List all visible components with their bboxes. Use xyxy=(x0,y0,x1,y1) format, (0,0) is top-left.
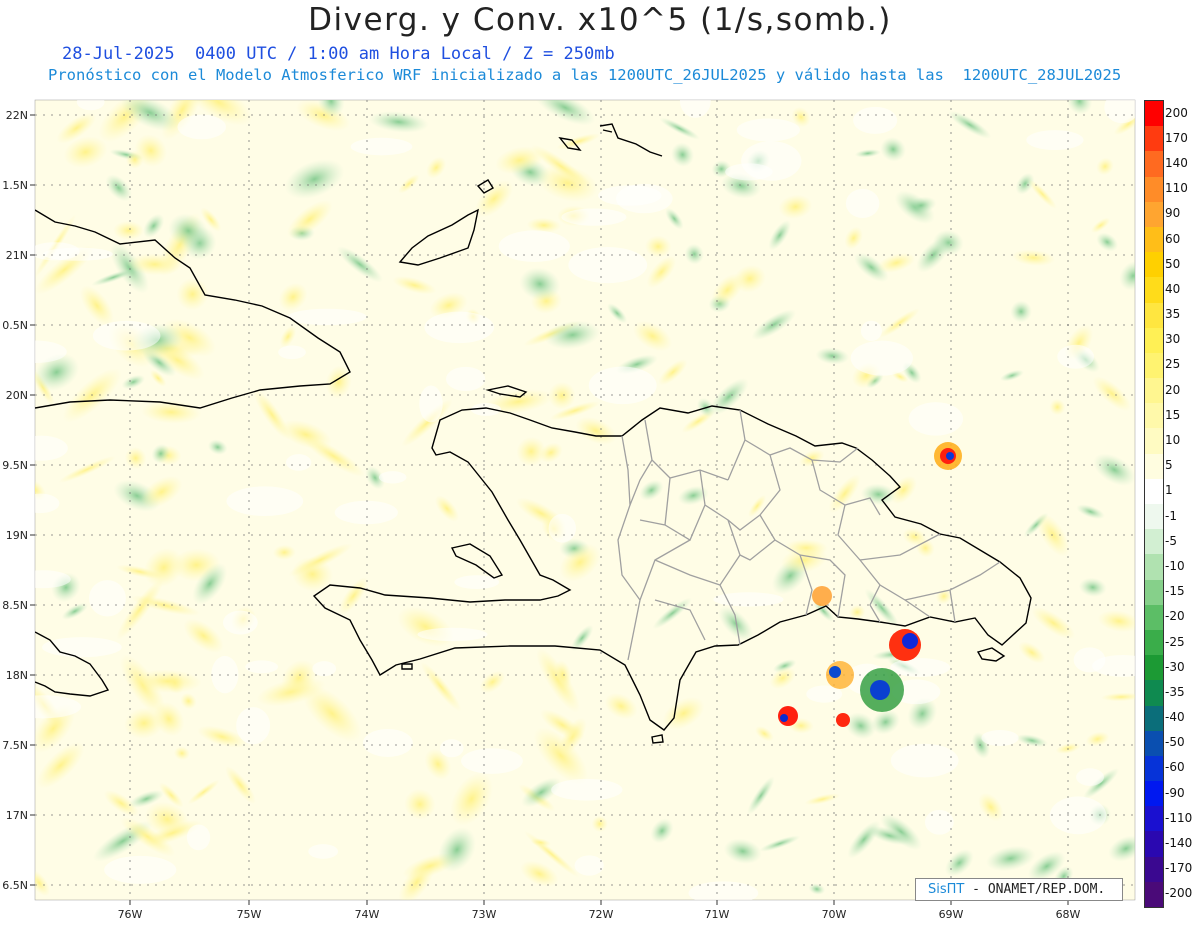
colorbar-segment xyxy=(1145,352,1163,379)
lon-labels: 76W 75W 74W 73W 72W 71W 70W 69W 68W xyxy=(118,900,1081,921)
colorbar-segment xyxy=(1145,277,1163,303)
colorbar-label: -35 xyxy=(1165,684,1185,699)
colorbar-label: 15 xyxy=(1165,407,1181,422)
colorbar-label: -25 xyxy=(1165,634,1185,649)
colorbar-label: 140 xyxy=(1165,155,1188,170)
colorbar-segment xyxy=(1145,201,1163,227)
lat-label: 17N xyxy=(6,809,28,822)
colorbar-segment xyxy=(1145,655,1163,681)
valid-time-subtitle: 28-Jul-2025 0400 UTC / 1:00 am Hora Loca… xyxy=(62,44,615,64)
colorbar-label: 10 xyxy=(1165,433,1181,448)
colorbar-label: -40 xyxy=(1165,710,1185,725)
colorbar-segment xyxy=(1145,529,1163,555)
colorbar-label: -15 xyxy=(1165,584,1185,599)
colorbar-label: -170 xyxy=(1165,861,1193,876)
lat-labels: 22N 1.5N 21N 0.5N 20N 9.5N 19N 8.5N 18N 7.5N 17N 6.… xyxy=(2,109,35,892)
colorbar xyxy=(1144,100,1164,908)
colorbar-segment xyxy=(1145,403,1163,429)
colorbar-segment xyxy=(1145,252,1163,278)
colorbar-segment xyxy=(1145,831,1163,857)
colorbar-segment xyxy=(1145,504,1163,530)
lon-label: 69W xyxy=(939,908,964,921)
colorbar-segment xyxy=(1145,554,1163,580)
colorbar-label: 50 xyxy=(1165,256,1181,271)
colorbar-label: 170 xyxy=(1165,130,1188,145)
colorbar-label: 35 xyxy=(1165,307,1181,322)
colorbar-segment xyxy=(1145,781,1163,807)
colorbar-label: -20 xyxy=(1165,609,1185,624)
colorbar-segment xyxy=(1145,680,1163,706)
colorbar-label: -50 xyxy=(1165,735,1185,750)
lat-label: 21N xyxy=(6,249,28,262)
colorbar-label: 200 xyxy=(1165,105,1188,120)
lon-label: 76W xyxy=(118,908,143,921)
colorbar-label: 110 xyxy=(1165,181,1188,196)
colorbar-segment xyxy=(1145,856,1163,882)
lon-label: 71W xyxy=(705,908,730,921)
colorbar-segment xyxy=(1145,629,1163,656)
colorbar-label: -10 xyxy=(1165,558,1185,573)
colorbar-label: 60 xyxy=(1165,231,1181,246)
credit-box: SisПT - ONAMET/REP.DOM. xyxy=(915,878,1123,901)
colorbar-segment xyxy=(1145,428,1163,454)
colorbar-segment xyxy=(1145,327,1163,353)
colorbar-label: -5 xyxy=(1165,533,1177,548)
colorbar-segment xyxy=(1145,604,1163,630)
credit-text: - ONAMET/REP.DOM. xyxy=(964,882,1106,897)
lat-label: 19N xyxy=(6,529,28,542)
colorbar-label: 5 xyxy=(1165,458,1173,473)
colorbar-segment xyxy=(1145,151,1163,177)
brand-logo: SisПT xyxy=(928,882,965,897)
colorbar-label: -60 xyxy=(1165,760,1185,775)
colorbar-segment xyxy=(1145,755,1163,782)
lon-label: 73W xyxy=(472,908,497,921)
colorbar-segment xyxy=(1145,226,1163,253)
colorbar-segment xyxy=(1145,378,1163,404)
model-info-subtitle: Pronóstico con el Modelo Atmosferico WRF… xyxy=(48,66,1122,84)
colorbar-label: -140 xyxy=(1165,836,1193,851)
colorbar-segment xyxy=(1145,881,1163,907)
colorbar-segment xyxy=(1145,478,1163,504)
colorbar-label: 20 xyxy=(1165,382,1181,397)
lon-label: 72W xyxy=(589,908,614,921)
colorbar-label: -200 xyxy=(1165,886,1193,901)
lon-label: 74W xyxy=(355,908,380,921)
lat-label: 18N xyxy=(6,669,28,682)
colorbar-segment xyxy=(1145,176,1163,202)
chart-title: Diverg. y Conv. x10^5 (1/s,somb.) xyxy=(308,2,892,38)
colorbar-label: 25 xyxy=(1165,357,1181,372)
lat-label: 22N xyxy=(6,109,28,122)
colorbar-segment xyxy=(1145,101,1163,127)
colorbar-label: 1 xyxy=(1165,483,1173,498)
lat-label: 7.5N xyxy=(2,739,28,752)
lon-label: 70W xyxy=(822,908,847,921)
colorbar-segment xyxy=(1145,806,1163,832)
colorbar-label: 40 xyxy=(1165,281,1181,296)
colorbar-label: -1 xyxy=(1165,508,1177,523)
lat-label: 8.5N xyxy=(2,599,28,612)
colorbar-label: -90 xyxy=(1165,785,1185,800)
plot-area: 22N 1.5N 21N 0.5N 20N 9.5N 19N 8.5N 18N 7.5N 17N 6.… xyxy=(2,99,1136,921)
colorbar-label: 30 xyxy=(1165,332,1181,347)
map-canvas: 22N 1.5N 21N 0.5N 20N 9.5N 19N 8.5N 18N 7.5N 17N 6.… xyxy=(2,99,1136,921)
colorbar-label: -30 xyxy=(1165,659,1185,674)
colorbar-segment xyxy=(1145,453,1163,479)
colorbar-label: -110 xyxy=(1165,810,1193,825)
lon-label: 68W xyxy=(1056,908,1081,921)
lon-label: 75W xyxy=(237,908,262,921)
colorbar-segment xyxy=(1145,579,1163,605)
colorbar-label: 90 xyxy=(1165,206,1181,221)
lat-label: 6.5N xyxy=(2,879,28,892)
colorbar-segment xyxy=(1145,705,1163,731)
lat-label: 0.5N xyxy=(2,319,28,332)
colorbar-segment xyxy=(1145,302,1163,328)
colorbar-segment xyxy=(1145,126,1163,152)
lat-label: 1.5N xyxy=(2,179,28,192)
lat-label: 9.5N xyxy=(2,459,28,472)
colorbar-segment xyxy=(1145,730,1163,756)
lat-label: 20N xyxy=(6,389,28,402)
